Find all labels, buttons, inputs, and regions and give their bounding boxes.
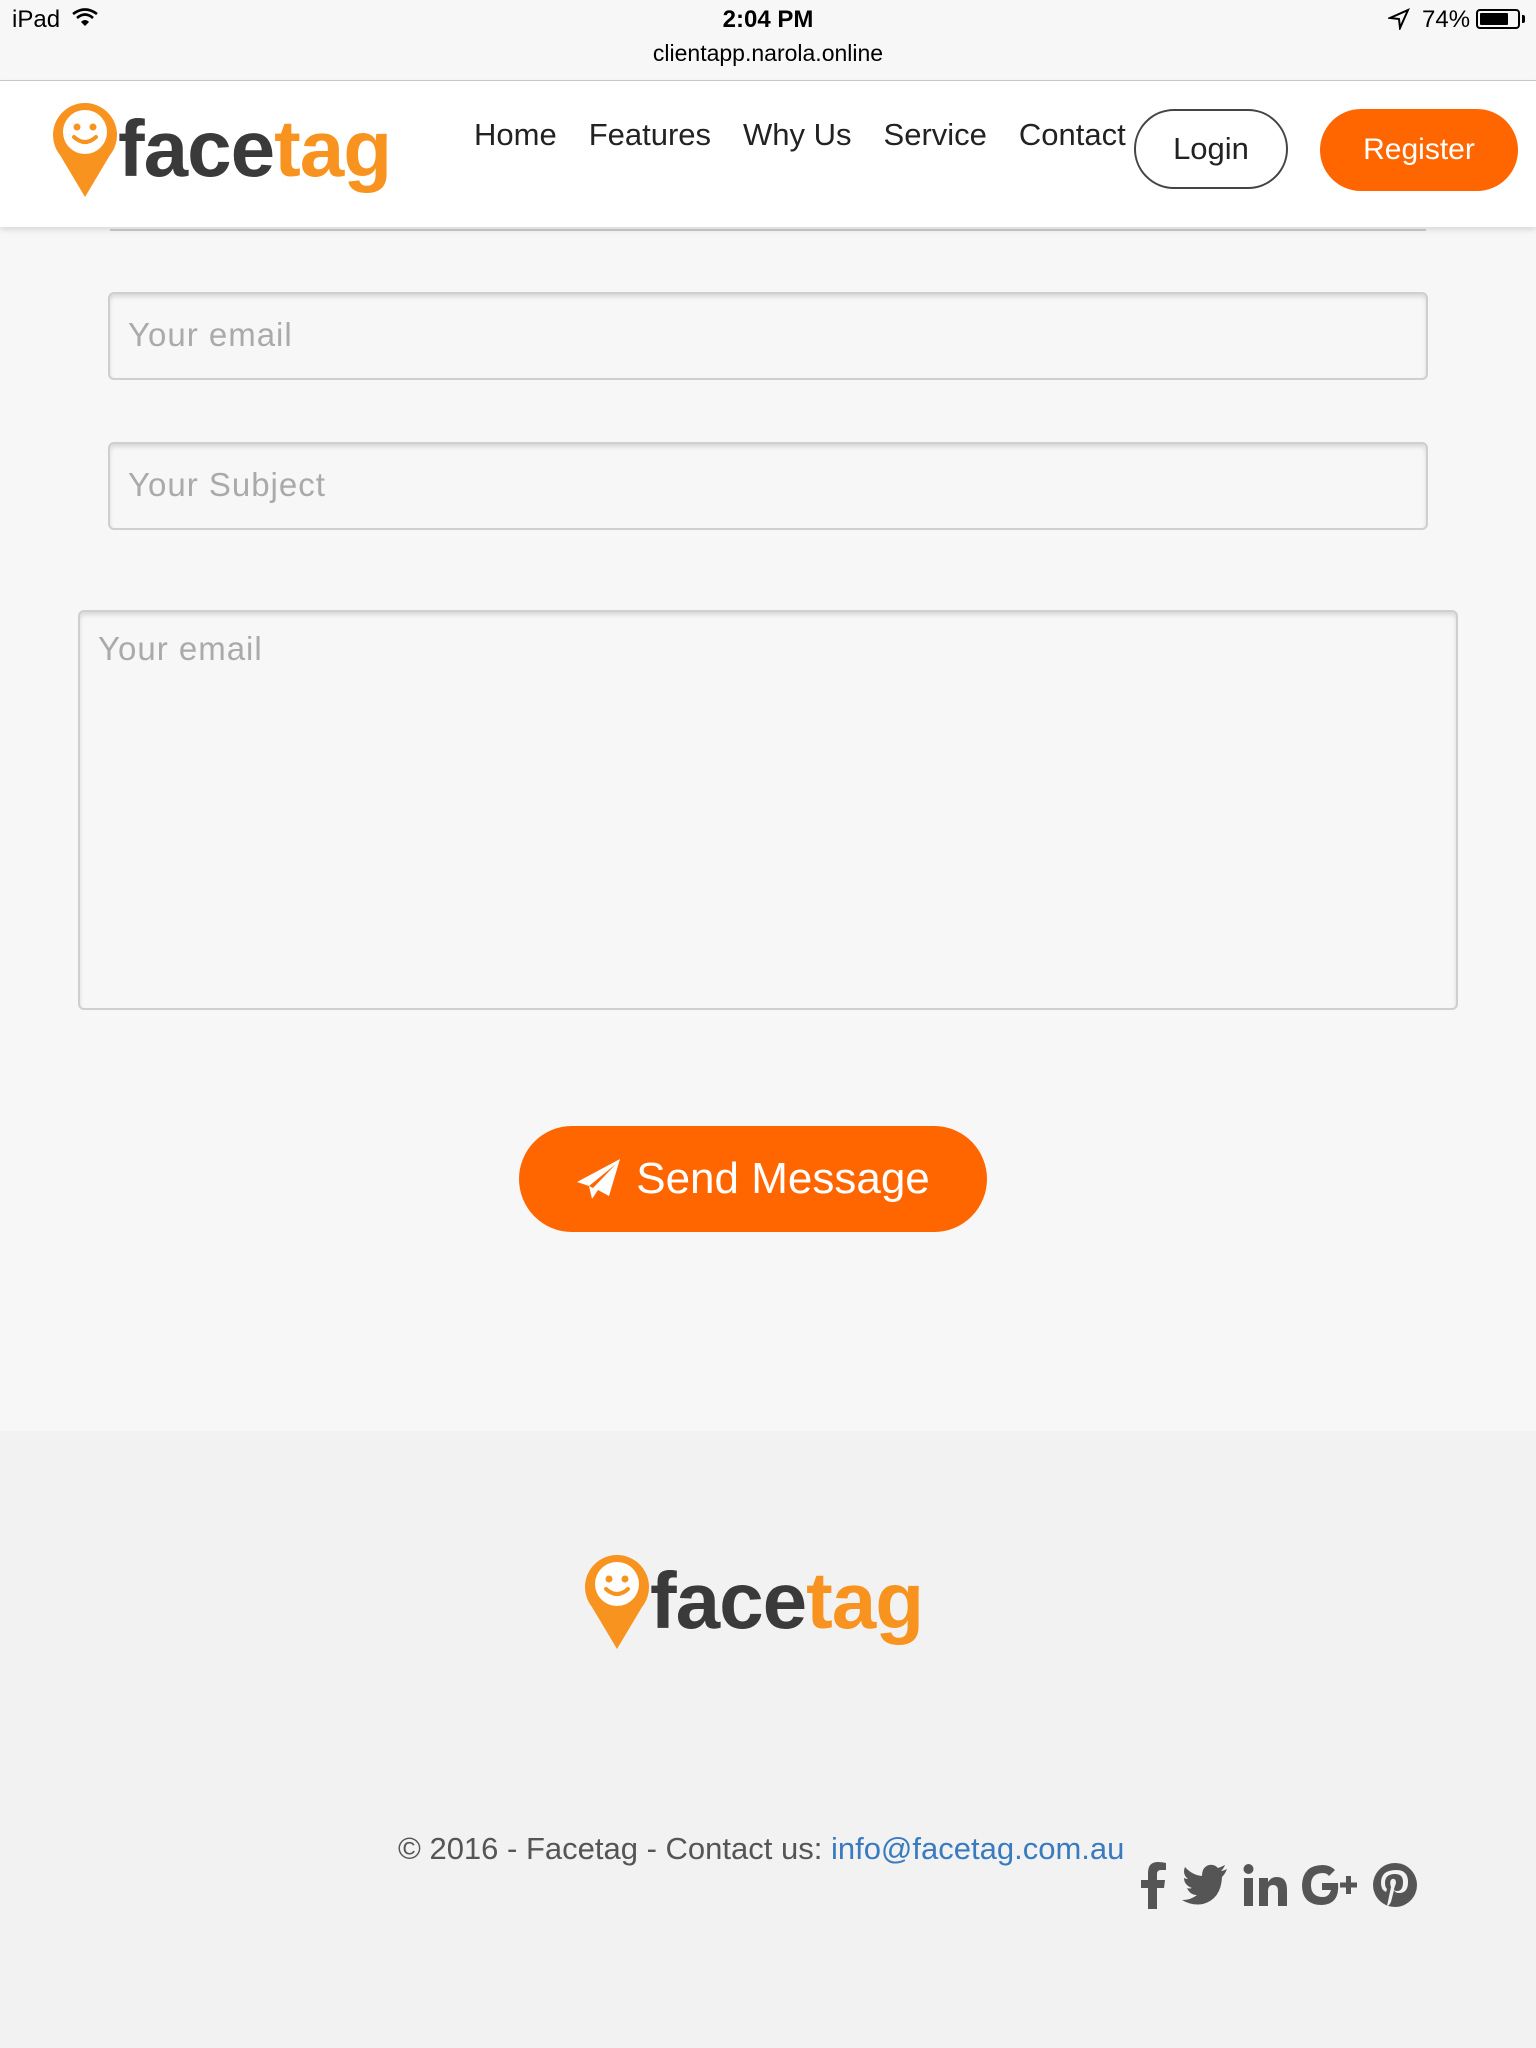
send-message-label: Send Message	[636, 1154, 930, 1203]
status-bar: iPad 2:04 PM clientapp.narola.online 74%	[0, 0, 1536, 81]
copyright-text: © 2016 - Facetag - Contact us: info@face…	[398, 1831, 1124, 1867]
address-bar-url[interactable]: clientapp.narola.online	[0, 40, 1536, 67]
pinterest-icon[interactable]	[1372, 1862, 1418, 1908]
register-button[interactable]: Register	[1320, 109, 1518, 191]
logo-text-face: face	[650, 1556, 807, 1645]
login-button[interactable]: Login	[1134, 109, 1288, 189]
logo-wordmark: facetag	[650, 1551, 924, 1651]
nav-home[interactable]: Home	[474, 117, 557, 153]
nav-why-us[interactable]: Why Us	[743, 117, 852, 153]
battery-icon	[1476, 9, 1520, 29]
send-message-button[interactable]: Send Message	[519, 1126, 987, 1232]
contact-form: Your email Your Subject Your email Send …	[0, 227, 1536, 1431]
copyright-label: © 2016 - Facetag - Contact us:	[398, 1831, 831, 1866]
subject-field[interactable]: Your Subject	[108, 442, 1428, 530]
logo-text-tag: tag	[806, 1556, 924, 1645]
smiley-pin-icon	[585, 1555, 649, 1649]
clock: 2:04 PM	[722, 6, 814, 33]
smiley-pin-icon	[53, 103, 117, 197]
footer-logo[interactable]: facetag	[582, 1551, 962, 1656]
site-header: facetag Home Features Why Us Service Con…	[0, 81, 1536, 227]
battery-percent: 74%	[1422, 6, 1471, 33]
social-links	[1138, 1861, 1418, 1909]
main-nav: Home Features Why Us Service Contact	[474, 117, 1126, 153]
email-field[interactable]: Your email	[108, 292, 1428, 380]
google-plus-icon[interactable]	[1302, 1864, 1358, 1906]
battery-tip	[1522, 15, 1525, 23]
paper-plane-icon	[577, 1159, 621, 1199]
site-footer: facetag © 2016 - Facetag - Contact us: i…	[0, 1431, 1536, 2048]
name-field-edge[interactable]	[110, 227, 1426, 231]
linkedin-icon[interactable]	[1242, 1862, 1288, 1908]
nav-contact[interactable]: Contact	[1019, 117, 1126, 153]
contact-email-link[interactable]: info@facetag.com.au	[831, 1831, 1124, 1866]
location-arrow-icon	[1388, 8, 1410, 30]
facetag-logo[interactable]: facetag	[50, 99, 430, 204]
twitter-icon[interactable]	[1182, 1864, 1228, 1906]
logo-text-tag: tag	[274, 104, 392, 193]
facebook-icon[interactable]	[1138, 1861, 1168, 1909]
message-textarea[interactable]: Your email	[78, 610, 1458, 1010]
logo-text-face: face	[118, 104, 275, 193]
nav-service[interactable]: Service	[884, 117, 987, 153]
nav-features[interactable]: Features	[589, 117, 711, 153]
logo-wordmark: facetag	[118, 99, 392, 199]
